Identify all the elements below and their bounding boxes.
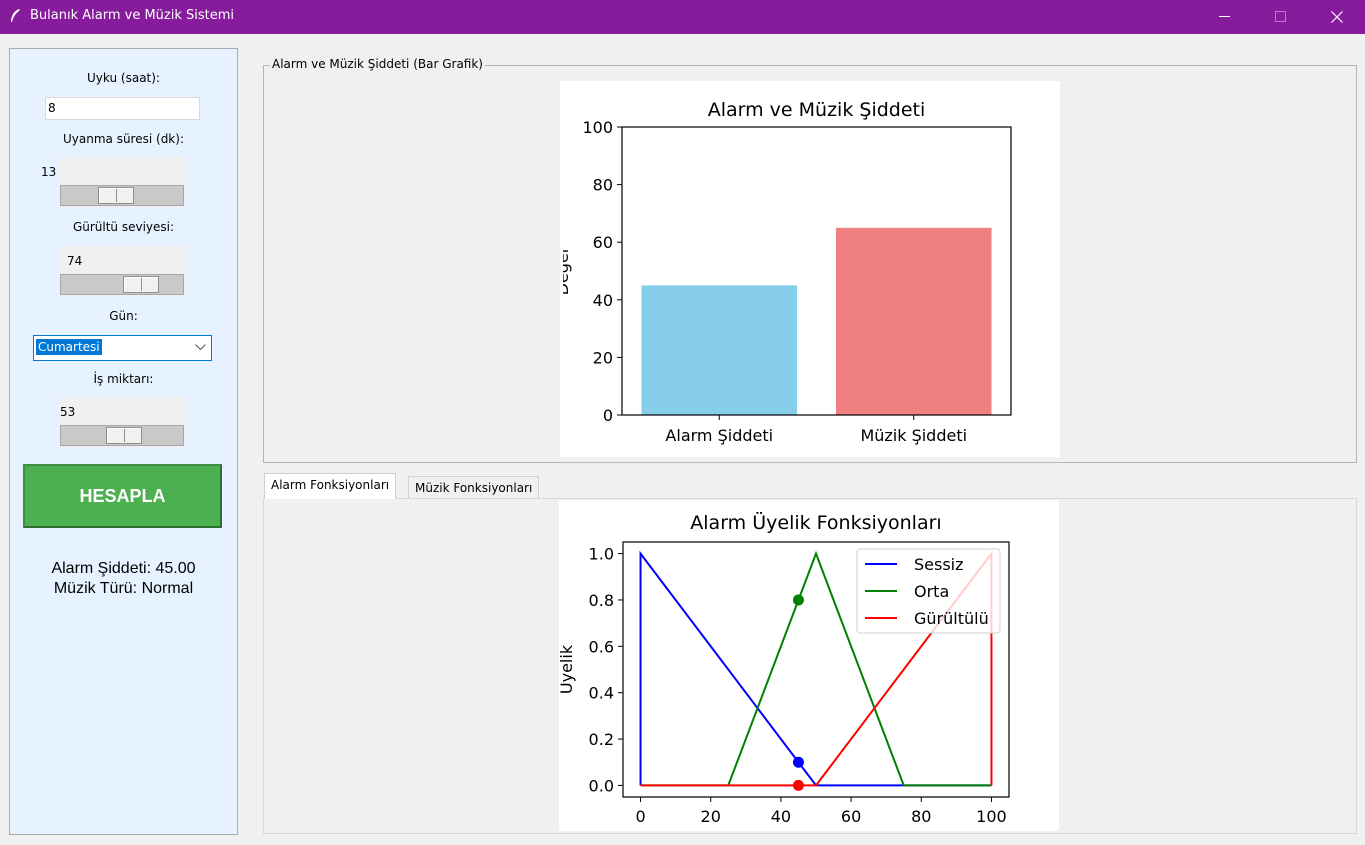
y-tick-label: 100 — [582, 118, 613, 137]
day-combobox[interactable]: Cumartesi — [33, 335, 212, 361]
chart-title: Alarm Üyelik Fonksiyonları — [690, 511, 941, 534]
membership-chart: Alarm Üyelik Fonksiyonları 0 20 40 60 80 100 0.… — [557, 511, 1010, 826]
maximize-icon — [1275, 11, 1286, 22]
close-icon — [1331, 11, 1343, 23]
slider-trough — [60, 274, 184, 295]
y-tick-label: 1.0 — [589, 545, 614, 564]
bar-chart: Alarm ve Müzik Şiddeti Alarm Şiddeti Müzik… — [553, 81, 1012, 457]
work-amount-value: 53 — [60, 405, 76, 419]
noise-level-value: 74 — [67, 254, 83, 268]
day-label: Gün: — [109, 309, 138, 323]
membership-point-0 — [792, 756, 804, 768]
slider-thumb[interactable] — [98, 187, 134, 204]
wake-duration-value: 13 — [41, 165, 57, 179]
x-tick-label: Müzik Şiddeti — [860, 426, 967, 445]
x-tick-label: 60 — [841, 807, 861, 826]
noise-level-slider[interactable]: 74 — [59, 246, 185, 296]
x-tick-label: 80 — [911, 807, 931, 826]
x-tick-label: 0 — [635, 807, 645, 826]
legend-label: Gürültülü — [914, 609, 989, 628]
maximize-button[interactable] — [1253, 0, 1309, 34]
slider-thumb[interactable] — [106, 427, 142, 444]
title-bar: Bulanık Alarm ve Müzik Sistemi — [0, 0, 1365, 34]
y-tick-label: 0.2 — [589, 730, 614, 749]
chart-title: Alarm ve Müzik Şiddeti — [708, 99, 926, 121]
minimize-icon — [1219, 16, 1230, 17]
membership-point-2 — [792, 779, 804, 791]
work-amount-slider[interactable]: 53 — [59, 397, 185, 447]
slider-thumb[interactable] — [123, 276, 159, 293]
bar-chart-frame-title: Alarm ve Müzik Şiddeti (Bar Grafik) — [270, 57, 485, 71]
y-tick-label: 0.8 — [589, 591, 614, 610]
bar-alarm — [641, 285, 798, 415]
control-panel: Uyku (saat): 8 Uyanma süresi (dk): 13 Gü… — [9, 48, 238, 835]
slider-trough — [60, 185, 184, 206]
legend-label: Orta — [914, 582, 949, 601]
membership-chart-figure: Alarm Üyelik Fonksiyonları 0 20 40 60 80 100 0.… — [557, 500, 1059, 831]
sleep-input[interactable]: 8 — [45, 97, 200, 120]
x-tick-label: 100 — [976, 807, 1007, 826]
close-button[interactable] — [1309, 0, 1365, 34]
y-tick-label: 60 — [593, 233, 613, 252]
wake-duration-slider[interactable]: 13 — [41, 157, 185, 207]
music-type-result: Müzik Türü: Normal — [53, 580, 194, 597]
y-tick-label: 0.0 — [589, 776, 614, 795]
legend-label: Sessiz — [914, 555, 964, 574]
y-tick-label: 0 — [603, 406, 613, 425]
window-title: Bulanık Alarm ve Müzik Sistemi — [30, 8, 235, 23]
alarm-intensity-result: Alarm Şiddeti: 45.00 — [51, 560, 196, 577]
minimize-button[interactable] — [1197, 0, 1253, 34]
slider-trough — [60, 425, 184, 446]
y-tick-label: 40 — [593, 291, 613, 310]
bar-music — [835, 227, 992, 415]
y-axis-label: Üyelik — [559, 644, 576, 694]
y-tick-label: 20 — [593, 348, 613, 367]
chevron-down-icon — [195, 344, 206, 351]
y-tick-label: 0.6 — [589, 637, 614, 656]
y-tick-label: 0.4 — [589, 684, 614, 703]
membership-point-1 — [792, 594, 804, 606]
x-tick-label: Alarm Şiddeti — [665, 426, 773, 445]
wake-duration-label: Uyanma süresi (dk): — [63, 132, 184, 146]
noise-level-label: Gürültü seviyesi: — [72, 220, 175, 234]
bar-chart-figure: Alarm ve Müzik Şiddeti Alarm Şiddeti Müzik… — [553, 81, 1060, 457]
tab-music-functions[interactable]: Müzik Fonksiyonları — [408, 476, 540, 498]
work-amount-label: İş miktarı: — [93, 372, 154, 386]
feather-icon — [11, 9, 20, 22]
day-selected-value: Cumartesi — [36, 339, 102, 355]
calculate-button[interactable]: HESAPLA — [23, 464, 222, 528]
x-tick-label: 20 — [701, 807, 721, 826]
y-tick-label: 80 — [593, 176, 613, 195]
sleep-label: Uyku (saat): — [87, 71, 160, 85]
tab-alarm-functions[interactable]: Alarm Fonksiyonları — [264, 473, 397, 499]
x-tick-label: 40 — [771, 807, 791, 826]
figure-edge — [560, 81, 563, 457]
